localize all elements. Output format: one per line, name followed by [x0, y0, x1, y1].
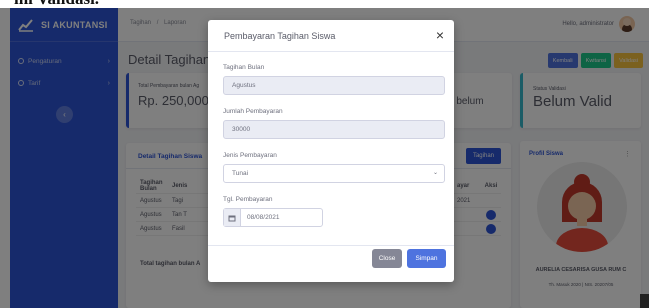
calendar-icon — [224, 209, 241, 226]
close-icon[interactable]: × — [436, 26, 444, 44]
caption-strip: ini Validasi. — [0, 0, 649, 8]
jumlah-pembayaran-value: 30000 — [232, 126, 251, 133]
tgl-pembayaran-value: 08/08/2021 — [247, 214, 280, 221]
payment-modal: Pembayaran Tagihan Siswa × Tagihan Bulan… — [208, 20, 454, 282]
chevron-down-icon: ⌄ — [432, 170, 438, 176]
modal-title: Pembayaran Tagihan Siswa — [224, 31, 336, 41]
jenis-pembayaran-label: Jenis Pembayaran — [223, 152, 277, 159]
tgl-pembayaran-field[interactable]: 08/08/2021 — [223, 208, 323, 227]
modal-footer-divider — [208, 245, 454, 246]
jumlah-pembayaran-field[interactable]: 30000 — [223, 120, 445, 139]
jenis-pembayaran-value: Tunai — [232, 170, 249, 177]
save-button[interactable]: Simpan — [407, 249, 446, 268]
jumlah-pembayaran-label: Jumlah Pembayaran — [223, 108, 283, 115]
tagihan-bulan-field: Agustus — [223, 76, 445, 95]
jenis-pembayaran-select[interactable]: Tunai ⌄ — [223, 164, 445, 183]
close-button[interactable]: Close — [372, 249, 402, 268]
modal-header: Pembayaran Tagihan Siswa × — [208, 20, 454, 52]
corner-mark — [640, 294, 649, 308]
app-root: ini Validasi. SI AKUNTANSI Pengaturan › … — [0, 0, 649, 308]
tagihan-bulan-value: Agustus — [232, 82, 256, 89]
caption-text: ini Validasi. — [14, 0, 99, 8]
tagihan-bulan-label: Tagihan Bulan — [223, 64, 265, 71]
tgl-pembayaran-label: Tgl. Pembayaran — [223, 196, 273, 203]
